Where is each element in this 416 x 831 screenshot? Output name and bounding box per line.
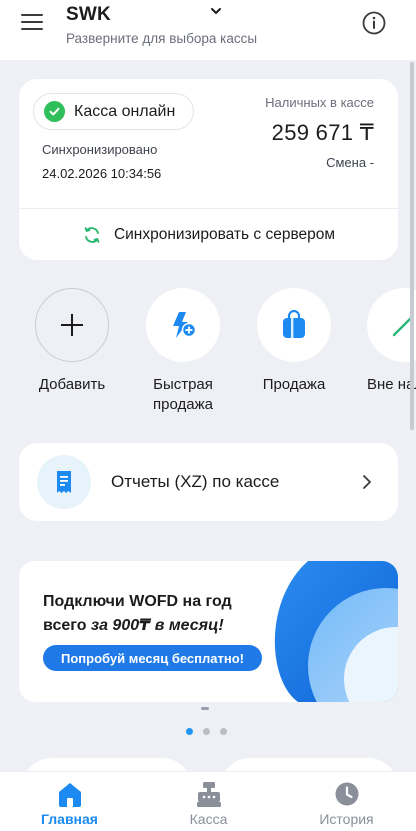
hamburger-menu-icon[interactable] (21, 14, 43, 32)
plus-icon (61, 314, 83, 336)
chevron-down-icon[interactable] (210, 6, 222, 16)
add-action-label: Добавить (38, 376, 106, 393)
sync-timestamp: 24.02.2026 10:34:56 (42, 166, 162, 181)
xz-reports-label: Отчеты (XZ) по кассе (111, 472, 280, 491)
quick-sale-action-circle[interactable] (146, 288, 220, 362)
pagination-dot-active[interactable] (186, 728, 193, 735)
nav-cashbox[interactable]: Касса (139, 772, 278, 831)
carousel-pagination (186, 728, 227, 735)
chevron-right-icon (363, 475, 371, 489)
non-cash-action[interactable]: Вне нали (355, 288, 416, 395)
sale-action[interactable]: Продажа (244, 288, 344, 395)
banner-try-free-button[interactable]: Попробуй месяц бесплатно! (43, 645, 262, 671)
shift-status: Смена - (326, 155, 374, 170)
quick-sale-action[interactable]: Быстрая продажа (133, 288, 233, 415)
non-cash-action-circle[interactable] (367, 288, 416, 362)
cashbox-subtitle[interactable]: Разверните для выбора кассы (66, 31, 257, 46)
cashbox-status-card: Касса онлайн Синхронизировано 24.02.2026… (19, 79, 398, 260)
sale-action-circle[interactable] (257, 288, 331, 362)
vertical-scrollbar[interactable] (410, 62, 414, 430)
banner-price: за 900₸ в месяц! (90, 617, 224, 634)
online-status-badge: Касса онлайн (33, 93, 194, 130)
app-header: SWK Разверните для выбора кассы (0, 0, 416, 60)
lightning-plus-icon (173, 312, 197, 338)
nav-home-label: Главная (41, 811, 98, 827)
sync-icon (84, 226, 100, 243)
nav-history[interactable]: История (277, 772, 416, 831)
sync-status-label: Синхронизировано (42, 142, 158, 157)
info-icon[interactable] (362, 11, 386, 35)
pagination-dot[interactable] (203, 728, 210, 735)
cash-balance-value: 259 671 ₸ (271, 120, 374, 145)
banner-subheadline-prefix: всего (43, 617, 87, 634)
quick-sale-action-label: Быстрая продажа (153, 376, 213, 413)
non-cash-action-label: Вне нали (367, 376, 416, 393)
online-status-label: Касса онлайн (74, 102, 176, 120)
xz-reports-row[interactable]: Отчеты (XZ) по кассе (19, 443, 398, 521)
add-action-circle[interactable] (35, 288, 109, 362)
nav-history-label: История (319, 811, 374, 827)
sale-action-label: Продажа (262, 376, 326, 393)
check-circle-icon (44, 101, 65, 122)
drag-handle (201, 707, 209, 710)
sync-with-server-button[interactable]: Синхронизировать с сервером (19, 209, 398, 260)
bottom-navigation: Главная Касса История (0, 771, 416, 831)
pagination-dot[interactable] (220, 728, 227, 735)
banner-decoration (274, 561, 398, 702)
sync-button-label: Синхронизировать с сервером (113, 225, 336, 243)
receipt-icon (37, 455, 91, 509)
add-action[interactable]: Добавить (22, 288, 122, 395)
cash-register-icon (196, 782, 221, 807)
cash-balance-label: Наличных в кассе (265, 95, 374, 110)
clock-icon (335, 782, 358, 806)
cashbox-title[interactable]: SWK (66, 4, 111, 26)
shopping-bag-icon (283, 310, 305, 338)
banner-headline: Подключи WOFD на год (43, 593, 232, 610)
promo-banner[interactable]: Подключи WOFD на год всего за 900₸ в мес… (19, 561, 398, 702)
nav-home[interactable]: Главная (0, 772, 139, 831)
banner-subheadline: всего за 900₸ в месяц! (43, 615, 224, 635)
home-icon (58, 783, 81, 807)
nav-cashbox-label: Касса (189, 811, 228, 827)
